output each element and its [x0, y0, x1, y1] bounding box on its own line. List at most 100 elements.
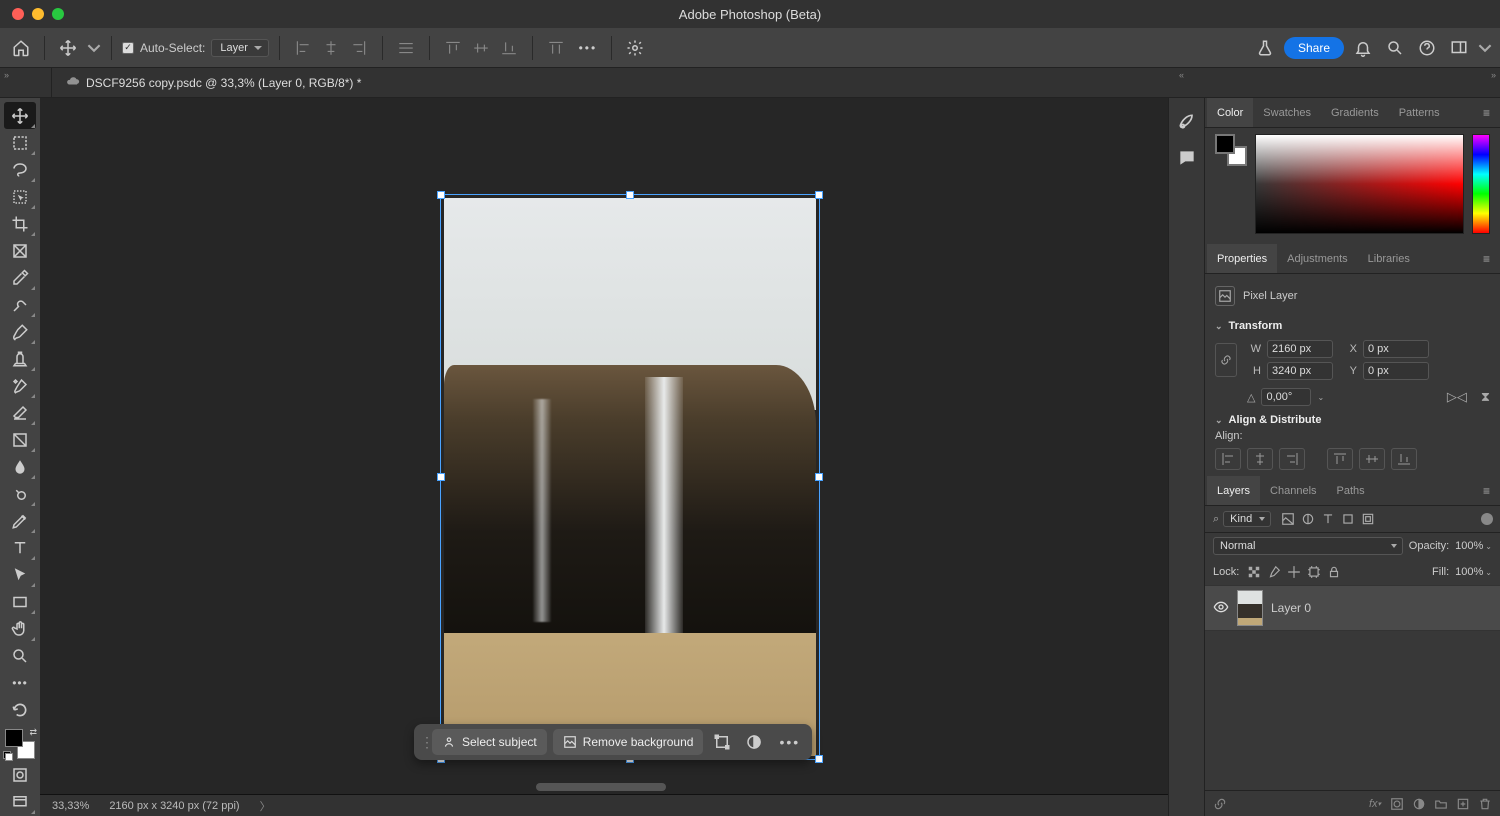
layer-thumbnail[interactable] [1237, 590, 1263, 626]
prop-align-right[interactable] [1279, 448, 1305, 470]
prop-align-bottom[interactable] [1391, 448, 1417, 470]
flip-vertical-icon[interactable]: ⧗ [1481, 389, 1490, 405]
workspace-switcher-icon[interactable] [1446, 35, 1472, 61]
tab-paths[interactable]: Paths [1327, 476, 1375, 505]
horizontal-scrollbar[interactable] [40, 780, 1168, 794]
brush-tool[interactable] [4, 318, 36, 345]
tab-libraries[interactable]: Libraries [1358, 244, 1420, 273]
eraser-tool[interactable] [4, 399, 36, 426]
document-canvas[interactable] [444, 198, 816, 756]
color-fgbg-swatch[interactable] [1215, 134, 1247, 166]
edit-toolbar[interactable] [4, 696, 36, 723]
move-tool-icon[interactable] [55, 35, 81, 61]
swap-colors-icon[interactable]: ⇄ [29, 727, 37, 738]
align-left-icon[interactable] [290, 35, 316, 61]
prop-align-middle[interactable] [1359, 448, 1385, 470]
move-tool[interactable] [4, 102, 36, 129]
filter-toggle[interactable] [1482, 514, 1492, 524]
color-ramp[interactable] [1255, 134, 1464, 234]
foreground-background-swatch[interactable]: ⇄ [3, 727, 37, 761]
filter-search-icon[interactable]: ⌕ [1213, 513, 1219, 526]
close-window-button[interactable] [12, 8, 24, 20]
crop-tool[interactable] [4, 210, 36, 237]
remove-background-button[interactable]: Remove background [553, 729, 704, 755]
blur-tool[interactable] [4, 453, 36, 480]
lock-artboard-icon[interactable] [1305, 563, 1323, 581]
transform-section-header[interactable]: ⌄Transform [1215, 320, 1490, 332]
new-group-icon[interactable] [1432, 795, 1450, 813]
tab-gradients[interactable]: Gradients [1321, 98, 1389, 127]
foreground-color[interactable] [5, 729, 23, 747]
select-subject-button[interactable]: Select subject [432, 729, 547, 755]
layer-row[interactable]: Layer 0 [1205, 585, 1500, 631]
more-options-icon[interactable]: ••• [575, 35, 601, 61]
tab-properties[interactable]: Properties [1207, 244, 1277, 273]
panel-menu-icon[interactable]: ≡ [1475, 252, 1498, 266]
transform-handle[interactable] [815, 191, 823, 199]
layer-filter-kind[interactable]: Kind [1223, 511, 1271, 527]
panel-menu-icon[interactable]: ≡ [1475, 484, 1498, 498]
tab-channels[interactable]: Channels [1260, 476, 1326, 505]
opacity-value[interactable]: 100% [1455, 540, 1483, 552]
fill-value[interactable]: 100% [1455, 566, 1483, 578]
eyedropper-tool[interactable] [4, 264, 36, 291]
blend-mode-select[interactable]: Normal [1213, 537, 1403, 555]
scrollbar-thumb[interactable] [536, 783, 666, 791]
fill-dropdown[interactable]: ⌄ [1485, 568, 1492, 577]
add-mask-icon[interactable] [1388, 795, 1406, 813]
home-button[interactable] [8, 35, 34, 61]
align-bottom-icon[interactable] [496, 35, 522, 61]
y-input[interactable] [1363, 362, 1429, 380]
screen-mode-tool[interactable] [4, 788, 36, 815]
canvas-area[interactable]: ⋮ Select subject Remove background ••• 3… [40, 98, 1168, 816]
hue-slider[interactable] [1472, 134, 1490, 234]
align-section-header[interactable]: ⌄Align & Distribute [1215, 414, 1490, 426]
link-dimensions-icon[interactable] [1215, 343, 1237, 377]
tool-preset-dropdown[interactable] [87, 35, 101, 61]
document-tab[interactable]: DSCF9256 copy.psdc @ 33,3% (Layer 0, RGB… [52, 68, 375, 97]
new-layer-icon[interactable] [1454, 795, 1472, 813]
rotation-input[interactable] [1261, 388, 1311, 406]
adjustment-icon[interactable] [741, 729, 767, 755]
layer-name[interactable]: Layer 0 [1271, 601, 1311, 615]
lock-all-icon[interactable] [1325, 563, 1343, 581]
tab-layers[interactable]: Layers [1207, 476, 1260, 505]
transform-icon[interactable] [709, 729, 735, 755]
lock-position-icon[interactable] [1285, 563, 1303, 581]
comments-icon[interactable] [1173, 144, 1201, 172]
filter-pixel-icon[interactable] [1279, 510, 1297, 528]
align-top-icon[interactable] [440, 35, 466, 61]
hand-tool[interactable] [4, 615, 36, 642]
default-colors-icon[interactable] [3, 751, 13, 761]
width-input[interactable] [1267, 340, 1333, 358]
search-icon[interactable] [1382, 35, 1408, 61]
rectangle-tool[interactable] [4, 588, 36, 615]
type-tool[interactable] [4, 534, 36, 561]
distribute-icon[interactable] [393, 35, 419, 61]
prop-align-top[interactable] [1327, 448, 1353, 470]
angle-dropdown[interactable]: ⌄ [1317, 393, 1324, 402]
x-input[interactable] [1363, 340, 1429, 358]
filter-type-icon[interactable] [1319, 510, 1337, 528]
panels-collapse-icon[interactable]: » [1491, 70, 1496, 80]
quick-mask-tool[interactable] [4, 761, 36, 788]
flip-horizontal-icon[interactable]: ▷◁ [1447, 389, 1467, 405]
context-more-icon[interactable]: ••• [773, 734, 806, 750]
visibility-icon[interactable] [1213, 599, 1229, 618]
link-layers-icon[interactable] [1211, 795, 1229, 813]
auto-select-scope-select[interactable]: Layer [211, 39, 269, 57]
toolbar-collapse-icon[interactable]: » [4, 70, 9, 80]
transform-handle[interactable] [815, 473, 823, 481]
gradient-tool[interactable] [4, 426, 36, 453]
contextual-task-bar[interactable]: ⋮ Select subject Remove background ••• [414, 724, 812, 760]
tab-patterns[interactable]: Patterns [1389, 98, 1450, 127]
height-input[interactable] [1267, 362, 1333, 380]
brush-settings-icon[interactable] [1173, 108, 1201, 136]
dodge-tool[interactable] [4, 480, 36, 507]
tab-swatches[interactable]: Swatches [1253, 98, 1321, 127]
maximize-window-button[interactable] [52, 8, 64, 20]
help-icon[interactable] [1414, 35, 1440, 61]
zoom-tool[interactable] [4, 642, 36, 669]
workspace-dropdown[interactable] [1478, 35, 1492, 61]
history-brush-tool[interactable] [4, 372, 36, 399]
